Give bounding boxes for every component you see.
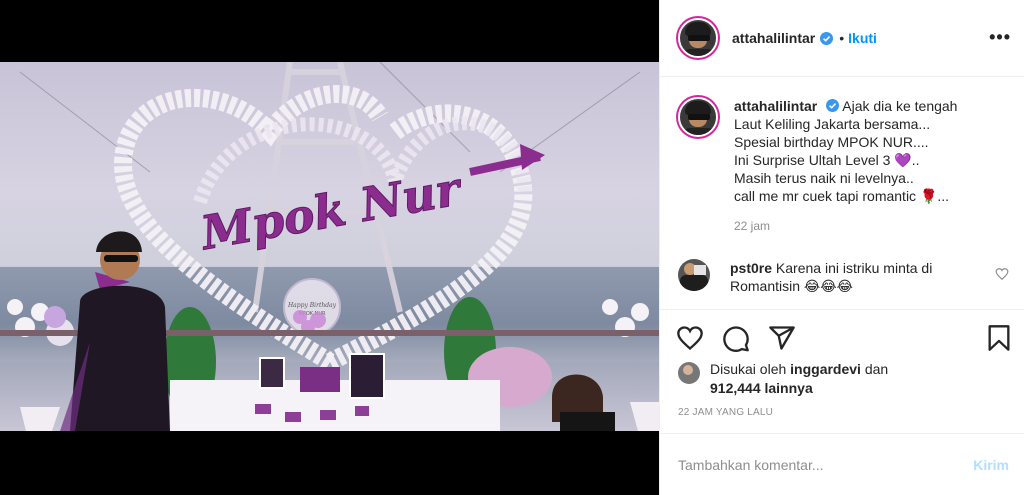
author-username[interactable]: attahalilintar: [732, 30, 815, 46]
caption-username[interactable]: attahalilintar: [734, 98, 817, 114]
verified-badge-icon: [820, 31, 834, 45]
liker-username[interactable]: inggardevi: [790, 361, 861, 377]
likes-middle: dan: [864, 361, 889, 377]
separator-dot: •: [839, 30, 845, 46]
comment-bubble-icon[interactable]: [722, 324, 750, 352]
action-bar: [660, 309, 1024, 366]
caption: attahalilintar Ajak dia ke tengah Laut K…: [678, 97, 1009, 235]
likes-prefix: Disukai oleh: [710, 361, 787, 377]
letterbox-bottom: [0, 431, 659, 495]
post-header: attahalilintar • Ikuti •••: [660, 0, 1024, 77]
follow-button[interactable]: Ikuti: [848, 30, 877, 46]
comments-list[interactable]: attahalilintar Ajak dia ke tengah Laut K…: [660, 77, 1024, 309]
comment-like-icon[interactable]: [995, 267, 1009, 281]
caption-avatar[interactable]: [678, 97, 718, 137]
likes-summary: Disukai oleh inggardevi dan 912,444 lain…: [678, 360, 1008, 398]
liker-avatar[interactable]: [678, 362, 700, 384]
likes-count[interactable]: 912,444 lainnya: [710, 380, 813, 396]
caption-line: Ajak dia ke tengah: [842, 98, 958, 114]
caption-line: Ini Surprise Ultah Level 3 💜..: [734, 152, 920, 168]
comment-item: pst0re Karena ini istriku minta di Roman…: [678, 259, 1009, 295]
comment-body: pst0re Karena ini istriku minta di Roman…: [730, 259, 980, 295]
save-bookmark-icon[interactable]: [985, 324, 1013, 352]
likes-text: Disukai oleh inggardevi dan 912,444 lain…: [710, 360, 888, 398]
caption-line: call me mr cuek tapi romantic 🌹...: [734, 188, 950, 204]
more-options-icon[interactable]: •••: [989, 28, 1011, 46]
author-avatar[interactable]: [678, 18, 718, 58]
like-heart-icon[interactable]: [676, 324, 704, 352]
comment-input[interactable]: [678, 456, 974, 473]
post-comment-button[interactable]: Kirim: [973, 457, 1009, 473]
balloon-text: Happy Birthday: [287, 302, 337, 309]
scene-illustration: Mpok Nur Happy Birthday MPOK NUR: [0, 62, 659, 431]
post-timestamp[interactable]: 22 JAM YANG LALU: [678, 407, 773, 418]
caption-line: Spesial birthday MPOK NUR....: [734, 134, 929, 150]
caption-body: attahalilintar Ajak dia ke tengah Laut K…: [734, 97, 989, 235]
sign-text: Mpok Nur: [195, 161, 467, 261]
commenter-avatar[interactable]: [678, 259, 710, 291]
post-side-panel: attahalilintar • Ikuti ••• attahalilinta…: [659, 0, 1024, 495]
commenter-username[interactable]: pst0re: [730, 260, 772, 276]
post-media[interactable]: Mpok Nur Happy Birthday MPOK NUR: [0, 0, 659, 495]
share-paperplane-icon[interactable]: [768, 324, 796, 352]
caption-line: Laut Keliling Jakarta bersama...: [734, 116, 931, 132]
post-image[interactable]: Mpok Nur Happy Birthday MPOK NUR: [0, 62, 659, 431]
caption-line: Masih terus naik ni levelnya..: [734, 170, 914, 186]
verified-badge-icon: [826, 99, 840, 112]
add-comment-bar: Kirim: [660, 433, 1024, 495]
letterbox-top: [0, 0, 659, 62]
caption-time[interactable]: 22 jam: [734, 217, 989, 235]
